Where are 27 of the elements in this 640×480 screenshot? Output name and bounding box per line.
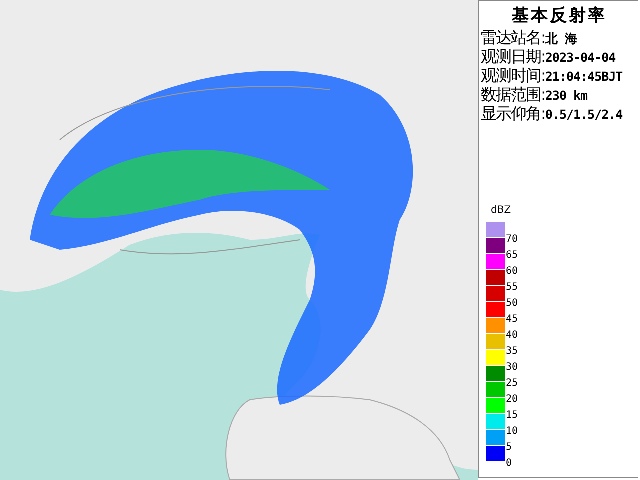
- legend-label: 30: [506, 363, 518, 373]
- legend-label: 60: [506, 267, 518, 277]
- legend-label: 40: [506, 331, 518, 341]
- legend-label: 55: [506, 283, 518, 293]
- info-value: 21:04:45BJT: [545, 69, 623, 84]
- legend-label: 25: [506, 379, 518, 389]
- info-value: 北 海: [545, 31, 578, 48]
- info-value: 230 km: [545, 88, 588, 103]
- info-label: 显示仰角:: [481, 104, 546, 125]
- info-value: 2023-04-04: [545, 50, 616, 65]
- info-label: 雷达站名:: [481, 28, 546, 49]
- legend-label: 5: [506, 443, 512, 453]
- info-label: 数据范围:: [481, 85, 546, 106]
- legend-label: 0: [506, 459, 512, 469]
- legend-label: 35: [506, 347, 518, 357]
- legend-label: 70: [506, 235, 518, 245]
- legend-label: 20: [506, 395, 518, 405]
- info-value: 0.5/1.5/2.4: [545, 107, 623, 122]
- legend-label: 50: [506, 299, 518, 309]
- panel-title: 基本反射率: [511, 5, 608, 27]
- legend-unit: dBZ: [491, 205, 512, 216]
- info-label: 观测日期:: [481, 47, 546, 68]
- legend-label: 10: [506, 427, 518, 437]
- legend-label: 65: [506, 251, 518, 261]
- info-label: 观测时间:: [481, 66, 546, 86]
- legend-label: 15: [506, 411, 518, 421]
- legend-label: 45: [506, 315, 518, 325]
